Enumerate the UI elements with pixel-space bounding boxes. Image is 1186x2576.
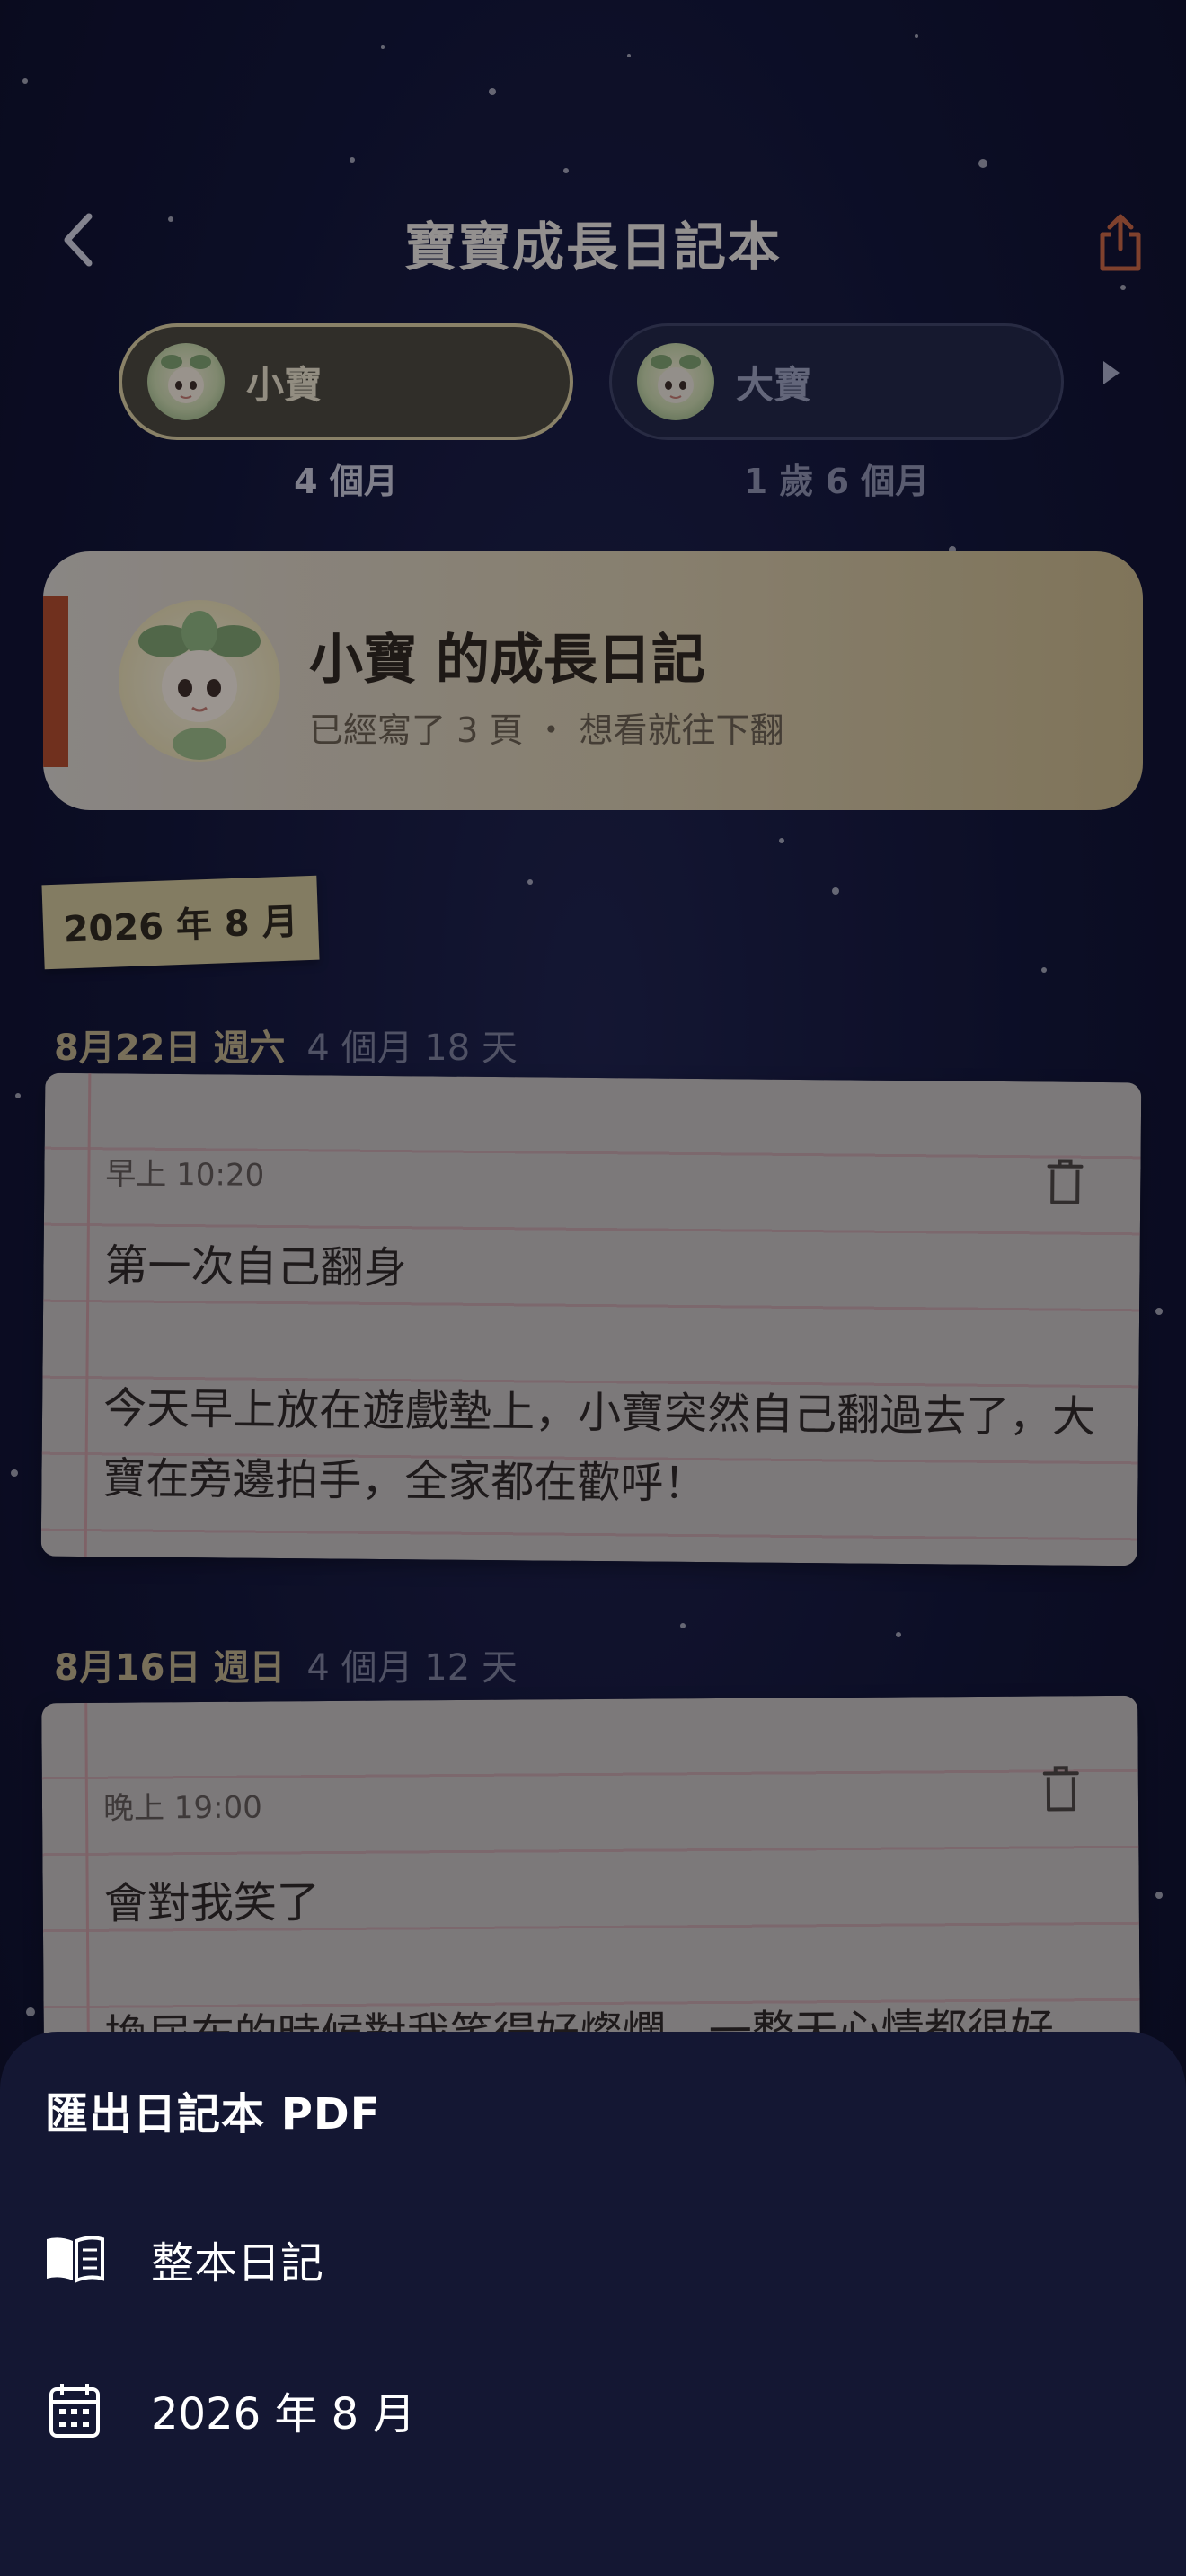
calendar-icon [43,2378,106,2441]
export-whole-diary-option[interactable]: 整本日記 [0,2192,1186,2326]
sheet-title: 匯出日記本 PDF [45,2089,381,2139]
export-month-option[interactable]: 2026 年 8 月 [0,2342,1186,2477]
export-bottom-sheet: 匯出日記本 PDF 整本日記 2026 年 8 月 [0,2032,1186,2576]
option-label: 2026 年 8 月 [151,2389,416,2439]
book-icon [43,2228,106,2290]
option-label: 整本日記 [151,2238,324,2289]
